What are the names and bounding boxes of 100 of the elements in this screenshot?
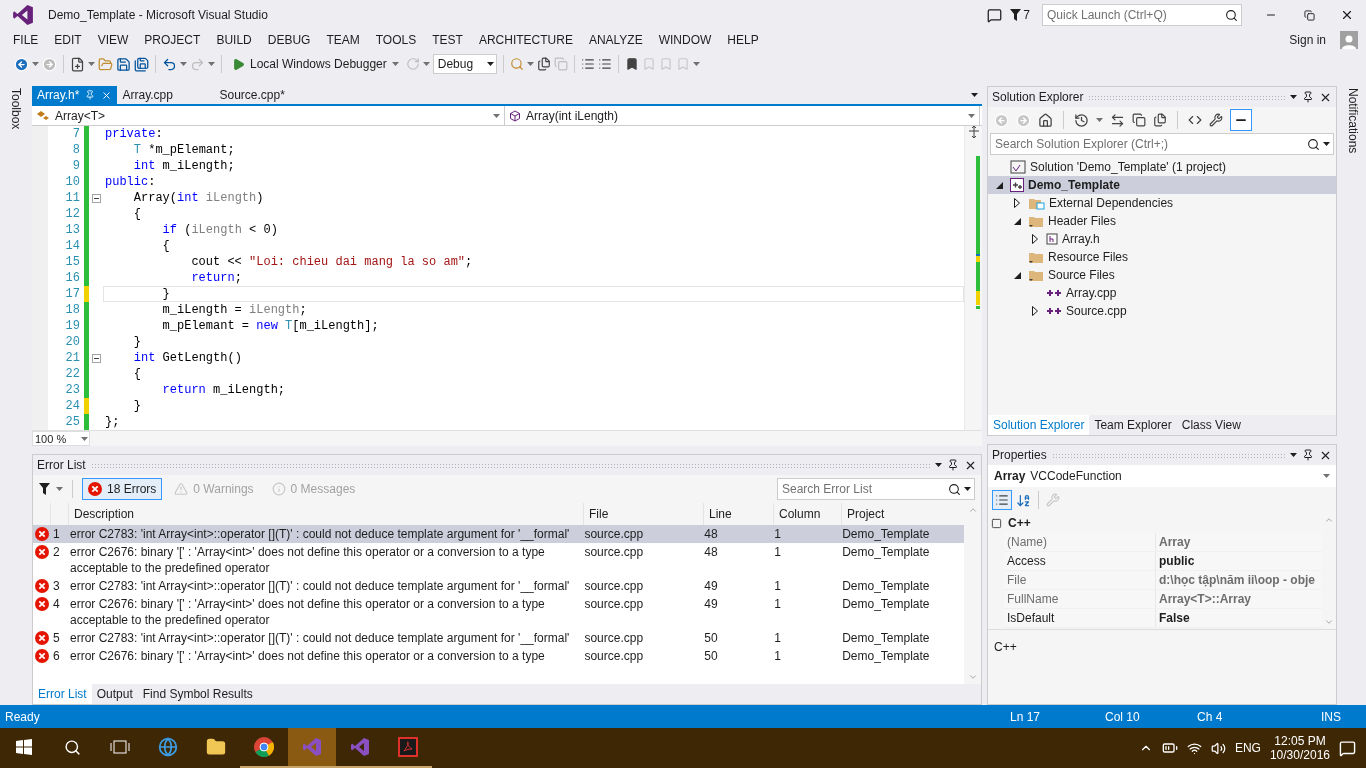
expanded-arrow-icon[interactable] [1013, 271, 1021, 279]
wifi-icon[interactable] [1186, 740, 1202, 756]
line-number: 9 [71, 158, 81, 174]
clock[interactable]: 12:05 PM 10/30/2016 [1269, 734, 1330, 762]
globe-icon [158, 737, 178, 757]
menu-item[interactable]: EDIT [46, 33, 90, 47]
sign-in-link[interactable]: Sign in [1289, 33, 1326, 47]
zoom-dropdown[interactable]: 100 % [32, 431, 90, 446]
table-cell-text: source.cpp [583, 648, 645, 664]
menu-item[interactable]: TEAM [318, 33, 368, 47]
plus-plus-file-icon [1046, 306, 1062, 316]
collapse-all-icon[interactable] [1132, 113, 1146, 127]
error-row[interactable]: 1 error C2783: 'int Array<int>::operator [](T)' : could not deduce template argument for '__formal' source.cpp 48 1 Demo_Template [33, 525, 965, 543]
menu-item[interactable]: FILE [5, 33, 47, 47]
scope-dropdown[interactable]: Array<T> [32, 106, 505, 125]
search-field[interactable]: Search Solution Explorer (Ctrl+;) [990, 133, 1334, 155]
volume-icon[interactable] [1210, 740, 1226, 756]
list-icon[interactable] [598, 57, 613, 71]
file-tab[interactable]: Array.cpp [117, 86, 215, 104]
menu-item[interactable]: TEST [424, 33, 471, 47]
configuration-dropdown[interactable]: Debug [432, 54, 498, 74]
folder-icon [206, 737, 226, 757]
show-all-files-icon[interactable] [1153, 113, 1167, 127]
file-tab[interactable]: Source.cpp* [214, 86, 312, 104]
menu-item[interactable]: DEBUG [259, 33, 319, 47]
tree-item[interactable]: Array.cpp [988, 284, 1336, 302]
vertical-scrollbar[interactable] [964, 126, 982, 430]
menu-item[interactable]: BUILD [208, 33, 260, 47]
tree-item[interactable]: Demo_Template [988, 176, 1336, 194]
history-icon[interactable] [1074, 112, 1089, 128]
cube-icon [509, 109, 521, 122]
files-icon[interactable] [537, 57, 552, 71]
collapsed-arrow-icon[interactable] [1032, 306, 1038, 316]
new-file-icon[interactable] [70, 56, 85, 72]
table-cell-text: 50 [703, 630, 719, 646]
collapsed-arrow-icon[interactable] [1014, 198, 1020, 208]
panel-tab[interactable]: Find Symbol Results [137, 684, 258, 704]
tree-item[interactable]: Array.h [988, 230, 1336, 248]
menu-item[interactable]: ARCHITECTURE [470, 33, 581, 47]
pin-icon[interactable] [947, 459, 959, 471]
list-icon[interactable] [581, 57, 596, 71]
table-cell-text: source.cpp [583, 544, 645, 560]
language-indicator[interactable]: ENG [1234, 741, 1261, 755]
tree-item[interactable]: Header Files [988, 212, 1336, 230]
pin-icon[interactable] [1302, 449, 1314, 461]
back-icon[interactable] [14, 56, 29, 72]
play-icon [232, 57, 245, 71]
notifications-tab[interactable]: Notifications [1346, 86, 1360, 156]
code-line: } [132, 334, 142, 350]
expanded-arrow-icon[interactable] [1013, 217, 1021, 225]
tree-item[interactable]: Source.cpp [988, 302, 1336, 320]
save-all-icon[interactable] [134, 56, 149, 72]
tree-item[interactable]: External Dependencies [988, 194, 1336, 212]
line-number: 24 [64, 398, 81, 414]
line-number: 21 [64, 350, 81, 366]
search-field[interactable]: Search Error List [777, 478, 975, 500]
panel-tab[interactable]: Error List [33, 684, 92, 704]
preview-button[interactable] [1230, 109, 1252, 131]
collapsed-arrow-icon[interactable] [1032, 234, 1038, 244]
panel-tab[interactable]: Solution Explorer [988, 415, 1090, 435]
categorized-button[interactable] [992, 490, 1012, 510]
notifications-button[interactable]: 7 [1006, 4, 1034, 26]
menu-item[interactable]: HELP [719, 33, 767, 47]
tree-item[interactable]: Source Files [988, 266, 1336, 284]
tree-item[interactable]: Resource Files [988, 248, 1336, 266]
undo-icon[interactable] [162, 56, 177, 72]
quick-launch-field[interactable]: Quick Launch (Ctrl+Q) [1042, 4, 1242, 26]
start-debugger-button[interactable]: Local Windows Debugger [228, 57, 403, 71]
sort-alphabetical-icon[interactable] [1016, 492, 1031, 508]
wrench-icon[interactable] [1209, 113, 1223, 127]
property-name: FullName [1004, 590, 1156, 608]
funnel-icon [1010, 9, 1022, 21]
panel-tab[interactable]: Team Explorer [1089, 415, 1177, 435]
line-number: 13 [64, 222, 81, 238]
description-text: C++ [994, 640, 1017, 654]
splitter-icon[interactable] [968, 126, 979, 138]
home-icon[interactable] [1038, 112, 1053, 128]
menu-item[interactable]: PROJECT [136, 33, 209, 47]
panel-tab[interactable]: Class View [1176, 415, 1246, 435]
object-dropdown[interactable]: Array VCCodeFunction [988, 465, 1336, 487]
save-icon[interactable] [116, 56, 131, 72]
bookmark-icon[interactable] [625, 57, 640, 71]
expanded-arrow-icon[interactable] [995, 181, 1003, 189]
tree-item[interactable]: Solution 'Demo_Template' (1 project) [988, 158, 1336, 176]
filter-toggle-button[interactable]: 18 Errors [82, 478, 163, 500]
menu-item[interactable]: VIEW [89, 33, 137, 47]
funnel-icon[interactable] [39, 483, 50, 495]
code-line: T *m_pElemant; [132, 142, 236, 158]
menu-item[interactable]: WINDOW [650, 33, 720, 47]
panel-tab[interactable]: Output [91, 684, 138, 704]
sync-icon[interactable] [1110, 112, 1125, 128]
toolbox-tab[interactable]: Toolbox [9, 86, 23, 132]
code-icon[interactable] [1188, 113, 1202, 127]
battery-icon[interactable] [1161, 740, 1178, 756]
action-center-icon[interactable] [1339, 739, 1356, 757]
member-dropdown[interactable]: Array(int iLength) [505, 106, 980, 125]
line-number: 23 [64, 382, 81, 398]
pin-icon[interactable] [1302, 91, 1314, 103]
menu-item[interactable]: ANALYZE [580, 33, 651, 47]
menu-item[interactable]: TOOLS [367, 33, 425, 47]
